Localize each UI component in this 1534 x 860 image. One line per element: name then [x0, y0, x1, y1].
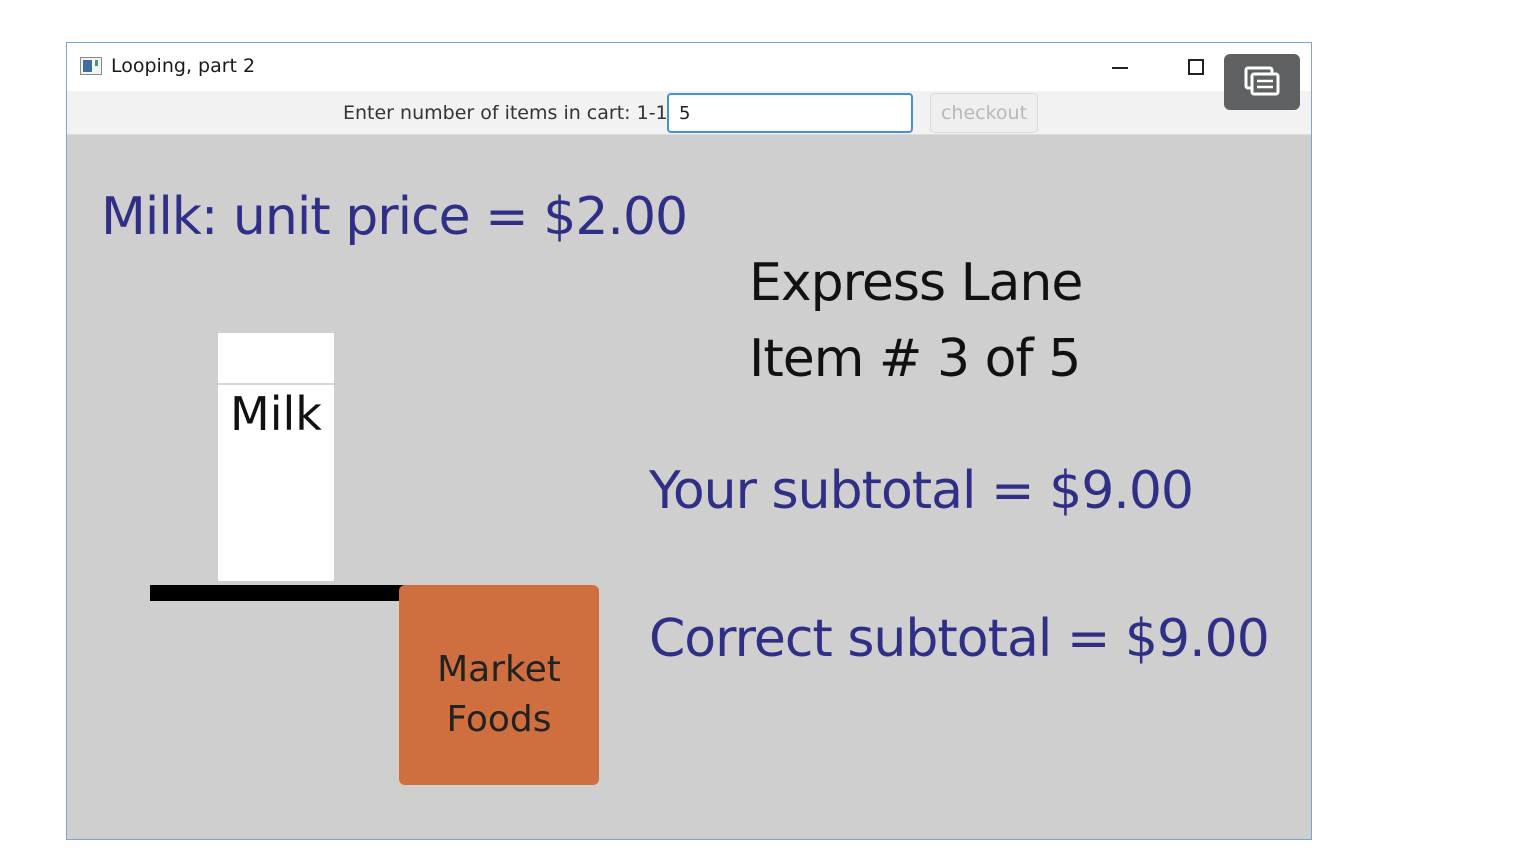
app-window-icon [80, 57, 102, 75]
conveyor-belt [150, 585, 406, 601]
maximize-button[interactable] [1176, 53, 1216, 83]
window-title: Looping, part 2 [111, 55, 256, 77]
unit-price-text: Milk: unit price = $2.00 [101, 187, 688, 247]
captions-overlay-button[interactable] [1224, 54, 1300, 110]
item-counter: Item # 3 of 5 [749, 329, 1081, 389]
store-register-box: Market Foods [399, 585, 599, 785]
minimize-icon [1112, 67, 1128, 69]
store-name-line-2: Foods [446, 699, 552, 740]
checkout-scene: Milk: unit price = $2.00 Express Lane It… [67, 135, 1311, 839]
your-subtotal-text: Your subtotal = $9.00 [649, 461, 1194, 521]
items-prompt-label: Enter number of items in cart: 1-10 [343, 102, 680, 124]
checkout-button[interactable]: checkout [930, 93, 1038, 133]
maximize-icon [1188, 59, 1204, 75]
milk-carton: Milk [218, 333, 334, 581]
carton-seam [218, 383, 334, 385]
correct-subtotal-text: Correct subtotal = $9.00 [649, 609, 1270, 669]
lane-title: Express Lane [749, 253, 1083, 313]
store-name-line-1: Market [437, 649, 561, 690]
toolbar: Enter number of items in cart: 1-10 chec… [67, 91, 1311, 135]
title-bar[interactable]: Looping, part 2 [67, 43, 1311, 91]
minimize-button[interactable] [1100, 53, 1140, 83]
captions-icon [1244, 66, 1280, 96]
product-label: Milk [230, 387, 322, 441]
app-window: Looping, part 2 Enter number of items in… [66, 42, 1312, 840]
items-count-input[interactable] [667, 93, 913, 133]
